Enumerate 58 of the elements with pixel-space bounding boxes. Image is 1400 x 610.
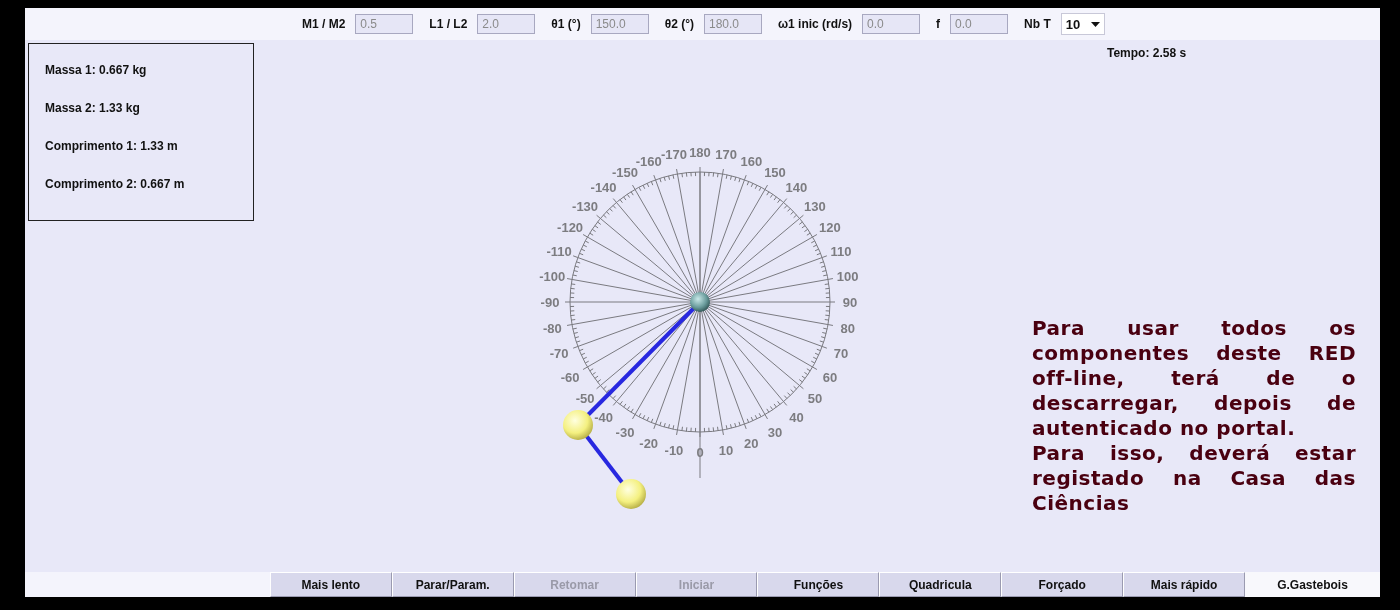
angle-label: 180 bbox=[689, 145, 711, 160]
angle-label: 100 bbox=[836, 268, 859, 284]
field-label: ω1 inic (rd/s) bbox=[777, 17, 853, 31]
angle-label: -60 bbox=[560, 370, 580, 385]
time-readout: Tempo: 2.58 s bbox=[1107, 46, 1187, 60]
field-label: θ2 (°) bbox=[664, 17, 694, 31]
angle-label: 130 bbox=[804, 198, 826, 214]
angle-label: -90 bbox=[540, 295, 560, 310]
control-button[interactable]: Mais lento bbox=[269, 572, 392, 597]
field-label: Nb T bbox=[1024, 17, 1051, 31]
angle-label: -140 bbox=[590, 180, 617, 196]
angle-label: 30 bbox=[767, 424, 783, 440]
angle-label: 10 bbox=[718, 442, 734, 458]
angle-label: -10 bbox=[664, 442, 684, 458]
angle-label: 40 bbox=[789, 409, 804, 425]
control-button[interactable]: Parar/Param. bbox=[391, 572, 514, 597]
angle-label: 140 bbox=[785, 180, 808, 196]
angle-label: -40 bbox=[594, 409, 613, 425]
info-text: Comprimento 2: 0.667 m bbox=[45, 176, 186, 193]
control-button[interactable]: Forçado bbox=[1001, 572, 1124, 597]
angle-label: 150 bbox=[764, 165, 786, 181]
control-button[interactable]: Quadricula bbox=[879, 572, 1002, 597]
info-text: Massa 2: 1.33 kg bbox=[45, 100, 141, 117]
angle-label: 160 bbox=[740, 154, 763, 170]
angle-label: 120 bbox=[819, 220, 841, 235]
angle-label: -170 bbox=[660, 147, 687, 163]
angle-label: 80 bbox=[840, 321, 855, 337]
notice-text: Para isso, deverá estar registado na Casa das Ciências bbox=[1032, 441, 1356, 516]
field-label: θ1 (°) bbox=[551, 17, 581, 31]
dropdown[interactable]: 10 bbox=[1060, 13, 1105, 35]
angle-label: -110 bbox=[546, 243, 572, 259]
angle-label: 110 bbox=[830, 243, 852, 259]
angle-label: 170 bbox=[715, 147, 737, 163]
angle-label: -80 bbox=[542, 321, 562, 337]
angle-label: -120 bbox=[557, 220, 584, 235]
angle-label: -20 bbox=[639, 435, 659, 451]
control-button[interactable]: Funções bbox=[757, 572, 880, 597]
field-label: M1 / M2 bbox=[302, 17, 346, 31]
field-label: L1 / L2 bbox=[429, 17, 468, 31]
field-label: f bbox=[936, 17, 941, 31]
angle-label: 50 bbox=[807, 391, 823, 407]
angle-label: 20 bbox=[744, 435, 759, 451]
info-text: Massa 1: 0.667 kg bbox=[45, 62, 148, 79]
credit-button[interactable]: G.Gastebois bbox=[1245, 572, 1380, 597]
angle-label: -50 bbox=[575, 391, 595, 407]
angle-label: -130 bbox=[572, 198, 599, 214]
angle-label: -100 bbox=[539, 268, 566, 284]
angle-label: 90 bbox=[842, 295, 858, 310]
angle-label: -150 bbox=[612, 165, 638, 181]
caret-icon bbox=[1090, 21, 1100, 27]
notice-text: Para usar todos os componentes deste RED off-line, terá de o descarregar, depois de autenticado no portal. bbox=[1032, 316, 1356, 441]
angle-label: 60 bbox=[822, 370, 838, 385]
angle-label: -70 bbox=[549, 346, 569, 362]
angle-label: 70 bbox=[833, 346, 849, 362]
info-text: Comprimento 1: 1.33 m bbox=[45, 138, 179, 155]
angle-label: 0 bbox=[696, 445, 704, 460]
control-button[interactable]: Mais rápido bbox=[1123, 572, 1246, 597]
angle-label: -30 bbox=[615, 424, 635, 440]
